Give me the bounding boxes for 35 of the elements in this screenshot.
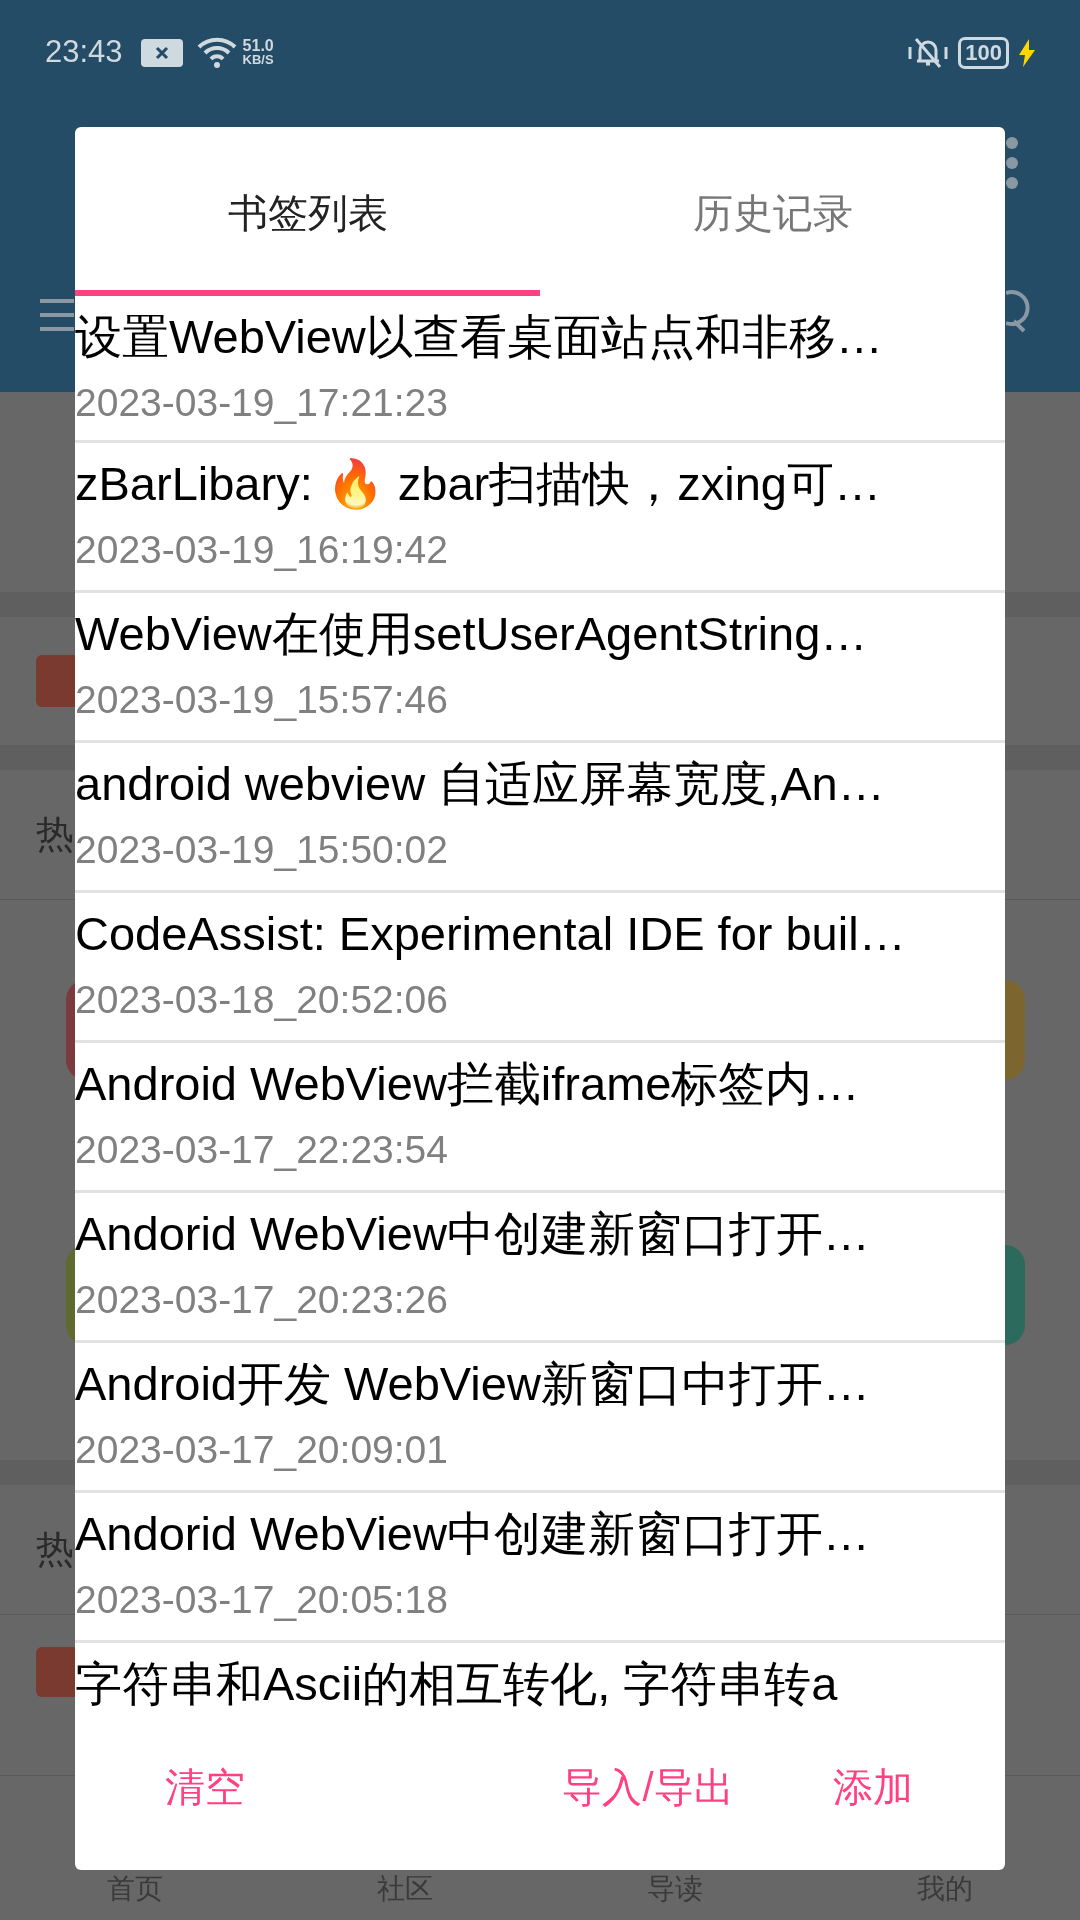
bookmark-title[interactable]: Android开发 WebView新窗口中打开… bbox=[75, 1351, 870, 1417]
category-icon bbox=[1005, 1245, 1025, 1345]
bookmark-title[interactable]: Andorid WebView中创建新窗口打开… bbox=[75, 1501, 870, 1567]
bookmark-date: 2023-03-19_15:50:02 bbox=[75, 827, 448, 873]
bookmark-date: 2023-03-17_20:23:26 bbox=[75, 1277, 448, 1323]
category-icon bbox=[1005, 980, 1025, 1080]
bookmark-date: 2023-03-19_15:57:46 bbox=[75, 677, 448, 723]
clock: 23:43 bbox=[45, 33, 123, 72]
bookmark-title[interactable]: Andorid WebView中创建新窗口打开… bbox=[75, 1201, 870, 1267]
bookmark-date: 2023-03-17_20:05:18 bbox=[75, 1577, 448, 1623]
bookmark-title[interactable]: 设置WebView以查看桌面站点和非移… bbox=[75, 304, 883, 370]
bookmark-title[interactable]: WebView在使用setUserAgentString… bbox=[75, 601, 868, 667]
bookmark-title[interactable]: Android WebView拦截iframe标签内… bbox=[75, 1051, 860, 1117]
bookmark-date: 2023-03-18_20:52:06 bbox=[75, 977, 448, 1023]
charging-bolt-icon bbox=[1019, 38, 1035, 67]
sim-card-icon bbox=[140, 38, 183, 67]
bookmark-title[interactable]: android webview 自适应屏幕宽度,An… bbox=[75, 751, 885, 817]
wifi-icon bbox=[196, 36, 237, 69]
bookmark-title[interactable]: CodeAssist: Experimental IDE for buil… bbox=[75, 901, 906, 967]
menu-icon bbox=[40, 297, 74, 333]
network-speed: 51.0 bbox=[242, 38, 274, 53]
battery-indicator: 100 bbox=[958, 36, 1009, 69]
badge bbox=[36, 1647, 76, 1697]
bookmark-date: 2023-03-19_16:19:42 bbox=[75, 527, 448, 573]
badge bbox=[36, 655, 76, 707]
bookmark-date: 2023-03-19_17:21:23 bbox=[75, 380, 448, 426]
network-speed-unit: KB/S bbox=[242, 52, 274, 67]
tab[interactable]: 历史记录 bbox=[540, 127, 1005, 296]
section-title: 热 bbox=[36, 1527, 74, 1572]
tab[interactable]: 书签列表 bbox=[75, 127, 540, 296]
bookmark-title[interactable]: zBarLibary: 🔥 zbar扫描快，zxing可… bbox=[75, 451, 881, 517]
bookmark-date: 2023-03-17_20:09:01 bbox=[75, 1427, 448, 1473]
bookmark-title[interactable]: 字符串和Ascii的相互转化, 字符串转a bbox=[75, 1651, 838, 1717]
bookmark-date: 2023-03-17_22:23:54 bbox=[75, 1127, 448, 1173]
section-title: 热 bbox=[36, 812, 74, 857]
